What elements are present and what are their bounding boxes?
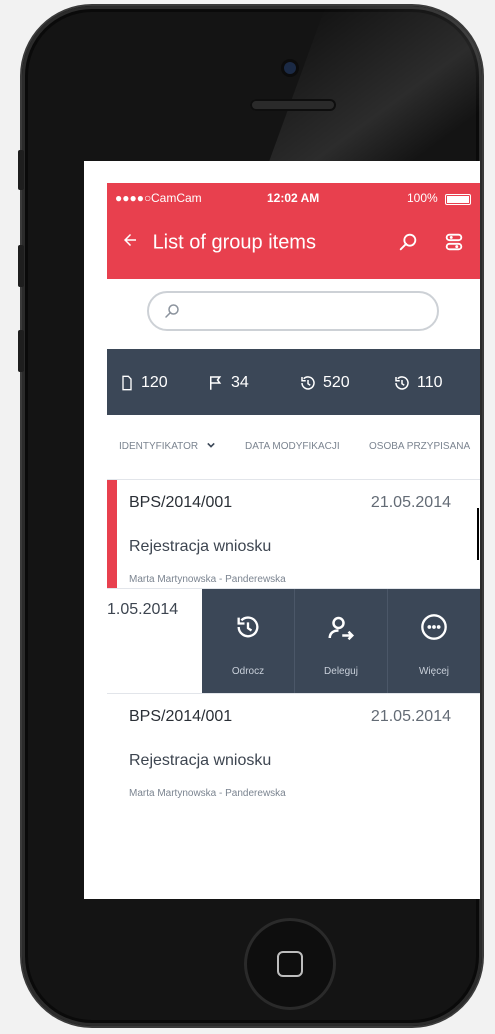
- stats-bar: 120 34 520 110: [107, 349, 480, 415]
- back-button[interactable]: [121, 231, 139, 255]
- volume-down-button: [18, 330, 24, 372]
- stat-value: 520: [323, 374, 350, 391]
- app-container: ●●●●○ CamCam 12:02 AM 100% List of group…: [107, 183, 480, 823]
- delegate-action[interactable]: Deleguj: [294, 589, 387, 693]
- front-camera: [284, 62, 296, 74]
- search-button[interactable]: [397, 231, 421, 255]
- filter-button[interactable]: [443, 231, 467, 255]
- app-header: ●●●●○ CamCam 12:02 AM 100% List of group…: [107, 183, 480, 279]
- item-id: BPS/2014/001: [129, 494, 233, 511]
- action-label: Więcej: [418, 666, 449, 677]
- flag-icon: [210, 376, 222, 390]
- page-title: List of group items: [121, 231, 316, 255]
- stat-documents[interactable]: 120: [119, 371, 168, 395]
- item-id: BPS/2014/001: [129, 708, 233, 725]
- volume-up-button: [18, 245, 24, 287]
- delegate-user-icon: [328, 616, 355, 641]
- history-icon: [395, 376, 409, 390]
- clock: 12:02 AM: [267, 191, 320, 205]
- arrow-left-icon: [124, 234, 136, 246]
- item-title: Rejestracja wniosku: [129, 538, 272, 555]
- stat-history[interactable]: 110: [393, 371, 443, 395]
- item-title: Rejestracja wniosku: [129, 752, 272, 769]
- list-item[interactable]: BPS/2014/001 21.05.2014 Rejestracja wnio…: [107, 694, 480, 802]
- history-icon: [237, 616, 259, 638]
- item-date-partial: 1.05.2014: [107, 601, 179, 618]
- sort-label: IDENTYFIKATOR: [119, 441, 199, 452]
- status-bar: ●●●●○ CamCam 12:02 AM 100%: [107, 191, 480, 207]
- stat-value: 110: [417, 374, 443, 391]
- postpone-action[interactable]: Odrocz: [202, 589, 294, 693]
- phone-screen: ●●●●○ CamCam 12:02 AM 100% List of group…: [84, 161, 480, 899]
- swipe-actions: Odrocz Deleguj Więcej: [202, 589, 480, 693]
- search-icon: [399, 233, 417, 251]
- search-input[interactable]: [187, 293, 431, 331]
- scroll-indicator: [477, 508, 479, 560]
- search-section: [107, 279, 480, 349]
- earpiece-speaker: [250, 99, 336, 111]
- action-label: Deleguj: [324, 666, 358, 677]
- sort-osoba-przypisana[interactable]: OSOBA PRZYPISANA: [369, 441, 470, 452]
- signal-strength: ●●●●○: [115, 191, 152, 205]
- item-owner: Marta Martynowska - Panderewska: [129, 788, 286, 799]
- action-label: Odrocz: [231, 666, 265, 677]
- battery-icon: [445, 194, 471, 205]
- stat-value: 120: [141, 374, 168, 391]
- swiped-list-item[interactable]: 1.05.2014 Odrocz Deleguj Więcej: [107, 589, 480, 693]
- history-icon: [301, 376, 315, 390]
- sort-data-modyfikacji[interactable]: DATA MODYFIKACJI: [245, 441, 340, 452]
- chevron-down-icon: [207, 442, 215, 448]
- screen-bottom: [84, 801, 480, 899]
- stat-value: 34: [231, 374, 249, 391]
- filter-icon: [445, 233, 463, 251]
- more-icon: [421, 614, 447, 640]
- selected-indicator: [107, 480, 117, 588]
- stat-postponed[interactable]: 520: [299, 371, 350, 395]
- more-action[interactable]: Więcej: [387, 589, 480, 693]
- search-box[interactable]: [147, 291, 439, 331]
- document-icon: [122, 375, 132, 391]
- mute-switch: [18, 150, 24, 190]
- home-button[interactable]: [244, 918, 336, 1010]
- sort-identyfikator[interactable]: IDENTYFIKATOR: [119, 441, 215, 452]
- item-owner: Marta Martynowska - Panderewska: [129, 574, 286, 585]
- phone-frame: ●●●●○ CamCam 12:02 AM 100% List of group…: [22, 6, 482, 1026]
- home-square-icon: [277, 951, 303, 977]
- sort-header: IDENTYFIKATOR DATA MODYFIKACJI OSOBA PRZ…: [107, 415, 480, 479]
- carrier-name: CamCam: [151, 191, 202, 205]
- list-item[interactable]: BPS/2014/001 21.05.2014 Rejestracja wnio…: [107, 480, 480, 588]
- battery-percentage: 100%: [407, 191, 438, 205]
- item-date: 21.05.2014: [370, 708, 451, 725]
- title-text: List of group items: [152, 231, 316, 254]
- stat-flags[interactable]: 34: [207, 371, 249, 395]
- item-date: 21.05.2014: [370, 494, 451, 511]
- search-icon: [165, 304, 179, 318]
